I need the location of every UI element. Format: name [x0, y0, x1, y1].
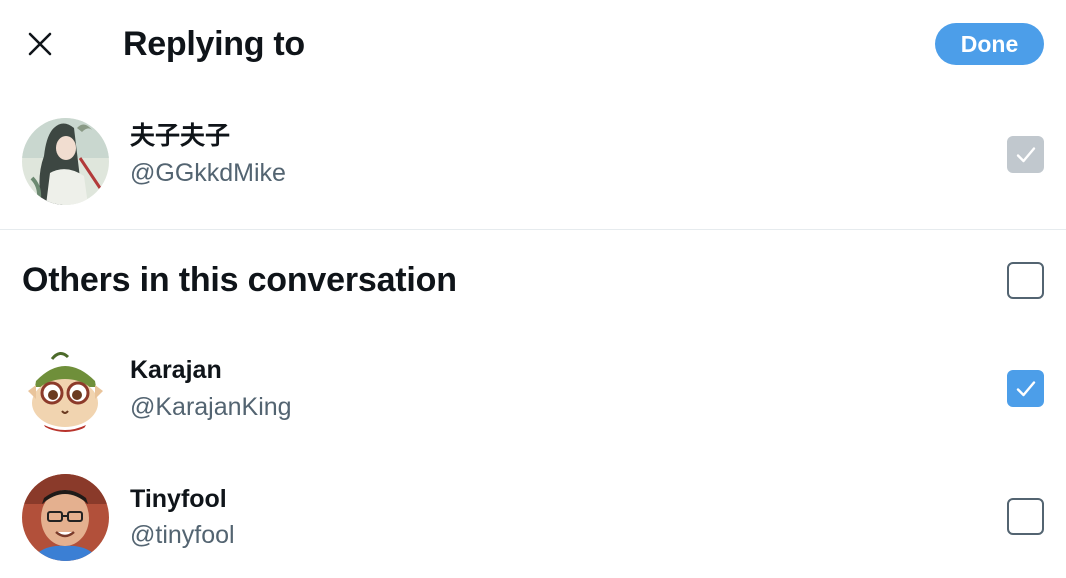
- user-handle: @tinyfool: [130, 521, 235, 549]
- user-checkbox-karajan[interactable]: [1007, 370, 1044, 407]
- user-name: Tinyfool: [130, 485, 227, 513]
- dialog-title: Replying to: [123, 25, 305, 63]
- user-handle: @GGkkdMike: [130, 159, 286, 187]
- close-button[interactable]: [18, 22, 62, 66]
- done-button[interactable]: Done: [935, 23, 1044, 65]
- replying-to-dialog: Replying to Done 夫子夫子 @GGkkdMike Others: [0, 0, 1066, 578]
- user-handle: @KarajanKing: [130, 393, 292, 421]
- select-all-others-checkbox[interactable]: [1007, 262, 1044, 299]
- dialog-header: Replying to Done: [0, 0, 1066, 88]
- checkmark-icon: [1016, 380, 1035, 396]
- avatar: [22, 345, 109, 432]
- user-row-karajan: Karajan @KarajanKing: [0, 330, 1066, 442]
- others-section-title: Others in this conversation: [22, 261, 457, 299]
- user-row-tinyfool: Tinyfool @tinyfool: [0, 460, 1066, 572]
- close-icon: [28, 32, 52, 56]
- user-checkbox-tinyfool[interactable]: [1007, 498, 1044, 535]
- avatar: [22, 118, 109, 205]
- primary-user-checkbox[interactable]: [1007, 136, 1044, 173]
- primary-user-row: 夫子夫子 @GGkkdMike: [0, 100, 1066, 212]
- user-name: 夫子夫子: [130, 122, 231, 150]
- checkmark-icon: [1016, 146, 1035, 162]
- avatar: [22, 474, 109, 561]
- section-divider: [0, 229, 1066, 230]
- user-name: Karajan: [130, 356, 222, 384]
